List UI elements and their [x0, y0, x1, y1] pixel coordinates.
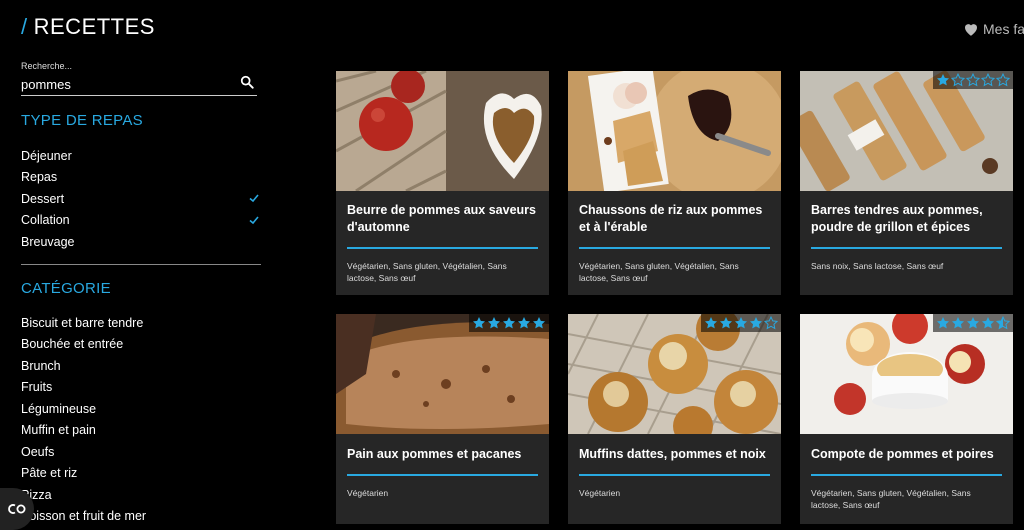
- recipe-card[interactable]: Compote de pommes et poires Végétarien, …: [800, 314, 1013, 524]
- favorites-link[interactable]: Mes fav: [962, 20, 1024, 38]
- meal-type-list: Déjeuner Repas Dessert Collation Breuvag…: [21, 145, 261, 253]
- filter-label: Légumineuse: [21, 401, 97, 416]
- apple-butter-photo: [336, 71, 549, 191]
- recipe-tags: Végétarien: [347, 488, 389, 498]
- star-icon: [936, 74, 950, 86]
- category-item[interactable]: Pâte et riz: [21, 463, 261, 485]
- muffins-photo: [568, 314, 781, 434]
- filter-label: Breuvage: [21, 234, 75, 249]
- meal-type-item-collation[interactable]: Collation: [21, 210, 261, 232]
- star-icon: [749, 317, 763, 329]
- category-item[interactable]: Muffin et pain: [21, 420, 261, 442]
- category-item[interactable]: Poisson et fruit de mer: [21, 506, 261, 528]
- rating-stars: [701, 314, 781, 332]
- star-outline-icon: [981, 73, 995, 87]
- filter-label: Poisson et fruit de mer: [21, 509, 147, 524]
- meal-type-item-breuvage[interactable]: Breuvage: [21, 231, 261, 253]
- page-title: / RECETTES: [21, 14, 155, 40]
- star-icon: [487, 317, 501, 329]
- filter-label: Pâte et riz: [21, 466, 78, 481]
- recipe-tags: Végétarien, Sans gluten, Végétalien, San…: [347, 261, 507, 283]
- filter-label: Fruits: [21, 380, 53, 395]
- filter-label: Collation: [21, 213, 70, 228]
- filter-label: Oeufs: [21, 444, 55, 459]
- star-icon: [734, 317, 748, 329]
- category-item[interactable]: Biscuit et barre tendre: [21, 312, 261, 334]
- recipe-tags: Végétarien, Sans gluten, Végétalien, San…: [579, 261, 739, 283]
- recipe-card[interactable]: Beurre de pommes aux saveurs d'automne V…: [336, 71, 549, 295]
- filter-label: Déjeuner: [21, 148, 72, 163]
- meal-type-item-dessert[interactable]: Dessert: [21, 188, 261, 210]
- recipe-name: Beurre de pommes aux saveurs d'automne: [347, 191, 538, 249]
- title-slash: /: [21, 14, 28, 39]
- apple-bars-photo: [800, 71, 1013, 191]
- recipe-name: Barres tendres aux pommes, poudre de gri…: [811, 191, 1002, 249]
- filter-label: Biscuit et barre tendre: [21, 315, 144, 330]
- rating-stars: [933, 314, 1013, 332]
- category-item[interactable]: Légumineuse: [21, 398, 261, 420]
- title-text: RECETTES: [33, 14, 155, 39]
- star-outline-icon: [966, 73, 980, 87]
- star-icon: [719, 317, 733, 329]
- recipe-name: Muffins dattes, pommes et noix: [579, 434, 770, 476]
- recipe-tags: Végétarien, Sans gluten, Végétalien, San…: [811, 488, 971, 510]
- star-icon: [951, 317, 965, 329]
- recipe-name: Chaussons de riz aux pommes et à l'érabl…: [579, 191, 770, 249]
- star-outline-icon: [996, 73, 1010, 87]
- search-icon[interactable]: [240, 75, 254, 89]
- star-icon: [472, 317, 486, 329]
- apple-bread-photo: [336, 314, 549, 434]
- search-input[interactable]: [21, 74, 257, 96]
- recipe-card[interactable]: Chaussons de riz aux pommes et à l'érabl…: [568, 71, 781, 295]
- category-list: Biscuit et barre tendre Bouchée et entré…: [21, 312, 261, 527]
- star-icon: [981, 317, 995, 329]
- recipe-tags: Sans noix, Sans lactose, Sans œuf: [811, 261, 944, 271]
- rating-stars: [933, 71, 1013, 89]
- star-outline-icon: [764, 316, 778, 330]
- star-icon: [502, 317, 516, 329]
- sidebar-divider: [21, 264, 261, 265]
- meal-type-item-dejeuner[interactable]: Déjeuner: [21, 145, 261, 167]
- category-item[interactable]: Bouchée et entrée: [21, 334, 261, 356]
- filter-label: Brunch: [21, 358, 61, 373]
- category-item[interactable]: Brunch: [21, 355, 261, 377]
- category-title: CATÉGORIE: [21, 280, 111, 297]
- favorites-label: Mes fav: [983, 21, 1024, 37]
- star-half-icon: [996, 316, 1010, 330]
- check-icon: [249, 194, 259, 203]
- meal-type-title: TYPE DE REPAS: [21, 112, 143, 129]
- recipe-card[interactable]: Barres tendres aux pommes, poudre de gri…: [800, 71, 1013, 295]
- recipe-name: Compote de pommes et poires: [811, 434, 1002, 476]
- filter-label: Muffin et pain: [21, 423, 96, 438]
- star-icon: [532, 317, 546, 329]
- star-icon: [936, 317, 950, 329]
- category-item[interactable]: Oeufs: [21, 441, 261, 463]
- search-label: Recherche...: [21, 61, 73, 71]
- heart-icon: [965, 24, 977, 36]
- filter-label: Dessert: [21, 191, 65, 206]
- recipe-tags: Végétarien: [579, 488, 621, 498]
- meal-type-item-repas[interactable]: Repas: [21, 167, 261, 189]
- filter-label: Repas: [21, 170, 58, 185]
- category-item[interactable]: Pizza: [21, 484, 261, 506]
- recipe-card[interactable]: Pain aux pommes et pacanes Végétarien: [336, 314, 549, 524]
- check-icon: [249, 215, 259, 224]
- star-icon: [517, 317, 531, 329]
- apple-turnovers-photo: [568, 71, 781, 191]
- cookie-settings-icon: [8, 504, 26, 514]
- compote-photo: [800, 314, 1013, 434]
- star-icon: [704, 317, 718, 329]
- star-icon: [966, 317, 980, 329]
- recipe-name: Pain aux pommes et pacanes: [347, 434, 538, 476]
- star-outline-icon: [951, 73, 965, 87]
- recipe-card[interactable]: Muffins dattes, pommes et noix Végétarie…: [568, 314, 781, 524]
- category-item[interactable]: Fruits: [21, 377, 261, 399]
- filter-label: Bouchée et entrée: [21, 337, 124, 352]
- rating-stars: [469, 314, 549, 332]
